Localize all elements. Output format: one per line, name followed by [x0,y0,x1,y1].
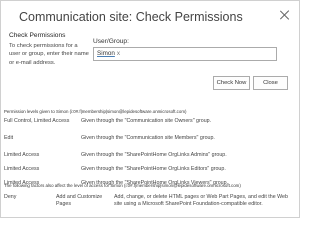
permission-level: Limited Access [4,166,40,172]
check-permissions-description: To check permissions for a user or group… [9,43,89,66]
check-permissions-dialog: Communication site: Check Permissions Ch… [0,0,300,218]
user-group-label: User/Group: [93,38,129,45]
check-now-button[interactable]: Check Now [213,76,250,90]
dialog-title: Communication site: Check Permissions [19,10,243,24]
permission-level: Limited Access [4,152,40,158]
factor-type: Deny [4,194,17,200]
permission-row: Limited Access Given through the "ShareP… [4,152,294,161]
permission-row: Edit Given through the "Communication si… [4,135,294,144]
factor-description: Add, change, or delete HTML pages or Web… [114,194,288,208]
permission-levels-title: Permission levels given to Simon (i:0#.f… [4,109,187,114]
permission-given-through: Given through the "SharePointHome OrgLin… [81,152,227,158]
permission-given-through: Given through the "Communication site Me… [81,135,215,141]
permission-given-through: Given through the "SharePointHome OrgLin… [81,166,226,172]
factor-permission: Add and Customize Pages [56,194,103,208]
permission-level: Full Control, Limited Access [4,118,70,124]
user-token-name: Simon [97,50,115,57]
close-icon[interactable] [280,10,290,20]
check-permissions-heading: Check Permissions [9,32,66,39]
close-button[interactable]: Close [253,76,288,90]
user-token: Simon x [97,50,120,57]
permission-row: Limited Access Given through the "ShareP… [4,166,294,175]
access-factors-title: The following factors also affect the le… [4,183,241,188]
permission-given-through: Given through the "Communication site Ow… [81,118,212,124]
user-group-input[interactable]: Simon x [93,47,277,61]
remove-user-token-icon[interactable]: x [117,50,120,57]
permission-level: Edit [4,135,14,141]
permission-row: Full Control, Limited Access Given throu… [4,118,294,127]
